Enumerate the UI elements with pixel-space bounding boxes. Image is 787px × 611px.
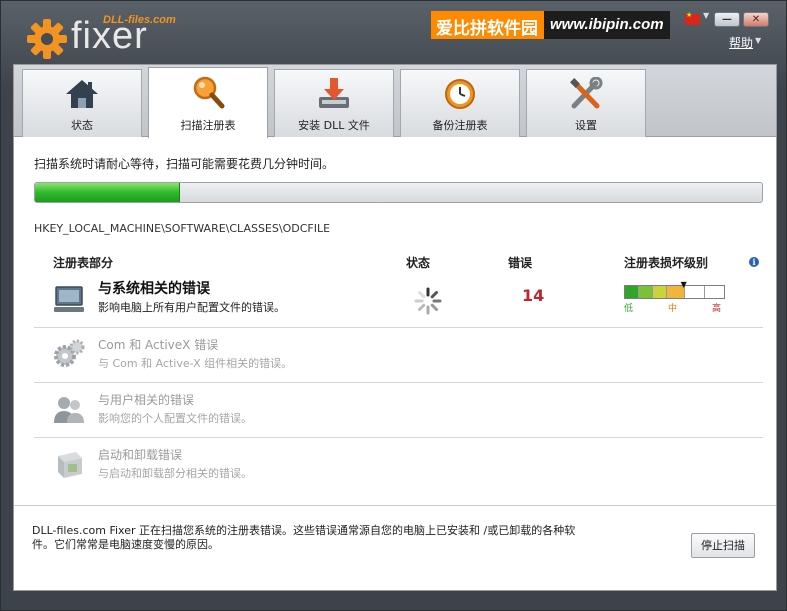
section-desc: 与 Com 和 Active-X 组件相关的错误。 [98, 357, 293, 370]
scan-progress-fill [35, 183, 181, 202]
tab-scan-label: 扫描注册表 [180, 119, 236, 132]
clock-icon [445, 79, 475, 109]
current-registry-path: HKEY_LOCAL_MACHINE\SOFTWARE\CLASSES\ODCF… [34, 222, 331, 235]
section-desc: 影响您的个人配置文件的错误。 [98, 412, 252, 425]
gauge-seg-5 [685, 286, 706, 298]
gauge-seg-3 [652, 286, 667, 298]
info-icon[interactable]: i [749, 257, 759, 267]
gauge-high-label: 高 [712, 304, 722, 314]
main-panel: 状态 扫描注册表 安装 DLL 文件 备份注册表 设置 扫描系统时请耐心等待，扫… [13, 64, 777, 591]
app-window: DLL-files.com fixer 爱比拼软件园 www.ibipin.co… [0, 0, 787, 611]
gauge-low-label: 低 [624, 304, 634, 314]
scan-progress-bar [34, 182, 763, 203]
system-monitor-icon [54, 286, 84, 312]
users-icon [54, 397, 84, 423]
header-errors: 错误 [508, 256, 533, 270]
tab-install-dll[interactable]: 安装 DLL 文件 [274, 69, 394, 137]
tab-install-label: 安装 DLL 文件 [298, 119, 370, 132]
gauge-seg-2 [638, 286, 653, 298]
home-icon [66, 80, 98, 108]
tab-status-label: 状态 [71, 119, 93, 132]
language-dropdown-icon[interactable]: ▼ [703, 11, 709, 20]
download-tray-icon [319, 78, 349, 108]
watermark-url: www.ibipin.com [544, 11, 670, 39]
gauge-pointer-icon: ▼ [680, 280, 687, 289]
language-flag-icon[interactable] [685, 11, 700, 25]
gauge-seg-6 [705, 286, 724, 298]
header-status: 状态 [406, 256, 431, 270]
tab-backup-label: 备份注册表 [432, 119, 488, 132]
minimize-button[interactable]: — [714, 12, 740, 27]
help-menu[interactable]: 帮助 [729, 34, 753, 51]
section-desc: 影响电脑上所有用户配置文件的错误。 [98, 301, 285, 314]
gauge-mid-label: 中 [668, 304, 678, 314]
tab-settings-label: 设置 [575, 119, 597, 132]
tab-settings[interactable]: 设置 [526, 69, 646, 137]
header-section: 注册表部分 [53, 256, 114, 270]
section-row-user: 与用户相关的错误 影响您的个人配置文件的错误。 [34, 383, 763, 438]
gear-logo-icon [27, 19, 67, 59]
gears-icon [54, 339, 85, 367]
tab-bar: 状态 扫描注册表 安装 DLL 文件 备份注册表 设置 [14, 65, 776, 138]
tab-backup-registry[interactable]: 备份注册表 [400, 69, 520, 137]
scan-notice: 扫描系统时请耐心等待，扫描可能需要花费几分钟时间。 [34, 157, 335, 171]
brand-word: fixer [71, 15, 148, 57]
footer-message: DLL-files.com Fixer 正在扫描您系统的注册表错误。这些错误通常… [32, 524, 576, 551]
section-title: Com 和 ActiveX 错误 [98, 338, 219, 352]
section-desc: 与启动和卸载部分相关的错误。 [98, 467, 252, 480]
close-button[interactable]: ✕ [743, 12, 769, 27]
section-row-startup: 启动和卸载错误 与启动和卸载部分相关的错误。 [34, 438, 763, 493]
gauge-seg-1 [625, 286, 639, 298]
startup-box-icon [58, 452, 82, 478]
watermark-cn: 爱比拼软件园 [431, 11, 544, 39]
tab-status[interactable]: 状态 [22, 69, 142, 137]
error-count: 14 [522, 286, 545, 305]
app-logo: DLL-files.com fixer [23, 11, 183, 61]
help-dropdown-icon[interactable]: ▼ [755, 36, 761, 45]
header-damage-level: 注册表损坏级别 [624, 256, 709, 270]
tools-icon [570, 77, 603, 109]
watermark-banner: 爱比拼软件园 www.ibipin.com [431, 11, 670, 39]
tab-scan-registry[interactable]: 扫描注册表 [148, 67, 268, 138]
damage-gauge-bar [624, 285, 725, 299]
magnifier-icon [193, 76, 225, 109]
section-row-system: 与系统相关的错误 影响电脑上所有用户配置文件的错误。 14 ▼ 低 中 高 [34, 273, 763, 328]
section-title: 与用户相关的错误 [98, 393, 195, 407]
loading-spinner-icon [414, 287, 442, 315]
section-row-com-activex: Com 和 ActiveX 错误 与 Com 和 Active-X 组件相关的错… [34, 328, 763, 383]
section-title: 与系统相关的错误 [98, 281, 210, 297]
status-footer: DLL-files.com Fixer 正在扫描您系统的注册表错误。这些错误通常… [14, 505, 776, 590]
stop-scan-button[interactable]: 停止扫描 [691, 533, 755, 558]
section-title: 启动和卸载错误 [98, 448, 183, 462]
